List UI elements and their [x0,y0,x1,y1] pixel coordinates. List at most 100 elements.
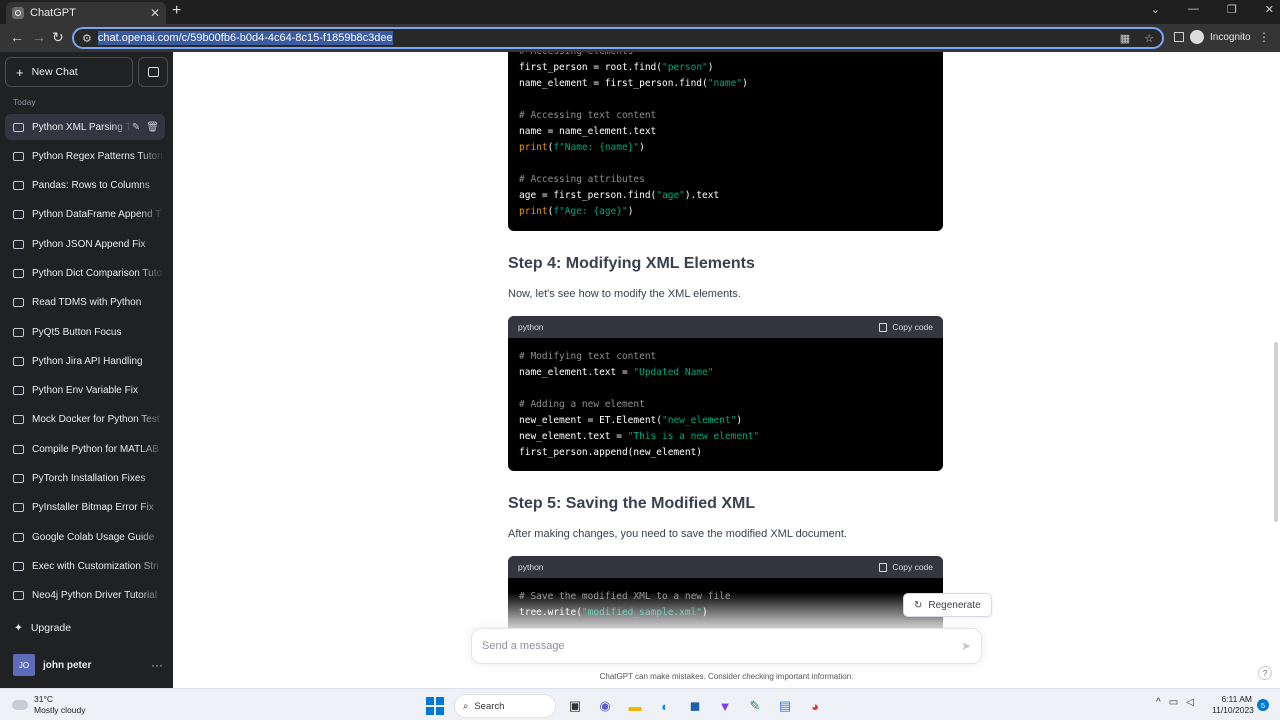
code-line: name = name_element.text [519,126,657,137]
incognito-icon [1190,30,1204,44]
reload-icon[interactable]: ↻ [52,29,64,46]
send-icon[interactable]: ➤ [961,639,971,653]
chat-history-item[interactable]: Python Jira API Handling [5,348,165,374]
regenerate-button[interactable]: ↻ Regenerate [903,593,992,617]
chat-history-item[interactable]: PyTorch Installation Fixes [5,466,165,492]
tab-search-icon[interactable]: ⌄ [1151,3,1160,16]
tray-overflow-icon[interactable]: ^ [1156,697,1161,708]
app-icon[interactable]: ▼ [714,695,736,717]
code-line: new_element = ET.Element("new_element") [519,415,743,426]
chat-title: Neo4j Python Driver Tutorial [32,590,158,602]
chat-history-item[interactable]: PyInstaller Bitmap Error Fix [5,495,165,521]
browser-menu-icon[interactable]: ⋮ [1258,30,1270,44]
message-composer[interactable]: ➤ [471,628,982,664]
code-language: python [518,562,544,572]
browser-toolbar: ← → ↻ ⚙ chat.openai.com/c/59b00fb6-b0d4-… [0,24,1280,52]
user-menu[interactable]: JO john peter ··· [13,654,163,676]
taskbar-apps: ⌕ Search ▣ ◉ ▬ ◐ ◼ ▼ ✎ ▤ ◕ [424,694,826,718]
chat-history-item[interactable]: Pandas: Rows to Columns [5,173,165,199]
taskbar: 31°C Mostly cloudy ⌕ Search ▣ ◉ ▬ ◐ ◼ ▼ … [0,688,1280,720]
disclaimer: ChatGPT can make mistakes. Consider chec… [599,672,854,681]
file-explorer-icon[interactable]: ▬ [624,695,646,717]
chat-history-item[interactable]: Python DataFrame Append T [5,202,165,228]
store-icon[interactable]: ◼ [684,695,706,717]
chat-title: Python Env Variable Fix [32,385,138,397]
search-icon: ⌕ [463,700,469,712]
toggle-sidebar-button[interactable] [138,57,168,87]
code-line: name_element.text = "Updated Name" [519,367,714,378]
network-icon[interactable]: ▭ [1169,697,1178,708]
chat-bubble-icon [13,503,24,513]
code-line: # Modifying text content [519,351,657,362]
back-icon[interactable]: ← [10,29,24,45]
chat-history-item[interactable]: Python Env Variable Fix [5,378,165,404]
user-name: john peter [43,659,92,671]
qr-code-icon[interactable]: ▦ [1120,32,1130,45]
upgrade-button[interactable]: ✦ Upgrade [14,622,71,634]
chat-history-item[interactable]: Python JSON Append Fix [5,231,165,257]
step5-text: After making changes, you need to save t… [508,528,847,540]
chat-history-item[interactable]: Python Dict Comparison Tuto [5,260,165,286]
taskbar-search[interactable]: ⌕ Search [454,694,556,718]
code-header: python Copy code [508,556,943,578]
photos-icon[interactable]: ▤ [774,695,796,717]
code-line: # Adding a new element [519,399,645,410]
volume-icon[interactable]: ◁ [1186,697,1194,708]
url-text[interactable]: chat.openai.com/c/59b00fb6-b0d4-4c64-8c1… [97,31,393,45]
chat-history-item[interactable]: Read TDMS with Python [5,290,165,316]
weather-condition: Mostly cloudy [34,705,86,715]
chat-bubble-icon [13,356,24,366]
more-options-icon[interactable]: ··· [151,658,163,672]
chat-history-item[interactable]: Google Colab Usage Guide [5,524,165,550]
incognito-indicator[interactable]: Incognito [1174,30,1251,44]
sidebar: + New Chat Today Python XML Parsing T ✎ 🗑 P… [0,52,173,688]
chat-history-item[interactable]: Exec with Customization Stri [5,553,165,579]
new-chat-button[interactable]: + New Chat [5,57,133,87]
weather-widget[interactable]: 31°C Mostly cloudy [8,694,86,716]
edit-icon[interactable]: ✎ [132,122,140,133]
clock[interactable]: 6:11 AM 11/10/2023 [1212,694,1254,716]
bookmark-star-icon[interactable]: ☆ [1144,32,1154,45]
code-line: first_person.append(new_element) [519,447,703,458]
chat-history-item[interactable]: Mock Docker for Python Test [5,407,165,433]
minimize-icon[interactable]: — [1188,3,1199,16]
close-window-icon[interactable]: ✕ [1265,3,1274,16]
message-input[interactable] [482,640,961,652]
chrome-icon[interactable]: ◕ [804,695,826,717]
edge-icon[interactable]: ◐ [654,695,676,717]
address-bar-icons: ▦ ☆ [1120,32,1154,45]
notepad-icon[interactable]: ✎ [744,695,766,717]
chat-history-item[interactable]: Neo4j Python Driver Tutorial [5,583,165,609]
step4-heading: Step 4: Modifying XML Elements [508,255,755,272]
chat-title: Exec with Customization Stri [32,560,159,572]
chat-history-item[interactable]: Python XML Parsing T ✎ 🗑 [5,114,165,140]
browser-tab[interactable]: ChatGPT ✕ [6,2,166,24]
chat-history-list: Python XML Parsing T ✎ 🗑 Python Regex Patte… [5,114,165,612]
delete-icon[interactable]: 🗑 [146,122,159,133]
site-info-icon[interactable]: ⚙ [82,32,92,45]
code-line: # Accessing text content [519,110,657,121]
chat-history-item[interactable]: PyQt5 Button Focus [5,319,165,345]
teams-chat-icon[interactable]: ◉ [594,695,616,717]
maximize-icon[interactable]: ❐ [1227,3,1237,16]
copy-code-button[interactable]: Copy code [879,322,933,332]
code-content: # Accessing elements first_person = root.… [508,52,943,220]
help-button[interactable]: ? [1258,666,1272,680]
task-view-icon[interactable]: ▣ [564,695,586,717]
chat-title: Python JSON Append Fix [32,238,146,250]
start-button[interactable] [424,695,446,717]
address-bar[interactable]: ⚙ chat.openai.com/c/59b00fb6-b0d4-4c64-8… [72,27,1164,49]
scrollbar[interactable] [1274,342,1278,522]
chat-history-item[interactable]: Compile Python for MATLAB [5,436,165,462]
new-chat-label: New Chat [31,66,78,78]
chat-title: Python DataFrame Append T [32,209,162,221]
tab-close-icon[interactable]: ✕ [150,6,160,20]
sidebar-toggle-icon [147,67,159,77]
new-tab-icon[interactable]: + [172,2,181,20]
forward-icon[interactable]: → [32,29,46,45]
code-line: # Accessing elements [519,52,932,60]
side-panel-icon[interactable] [1174,32,1184,42]
notification-badge[interactable]: 5 [1257,699,1269,711]
chat-history-item[interactable]: Python Regex Patterns Tutorial [5,143,165,169]
copy-code-button[interactable]: Copy code [879,562,933,572]
